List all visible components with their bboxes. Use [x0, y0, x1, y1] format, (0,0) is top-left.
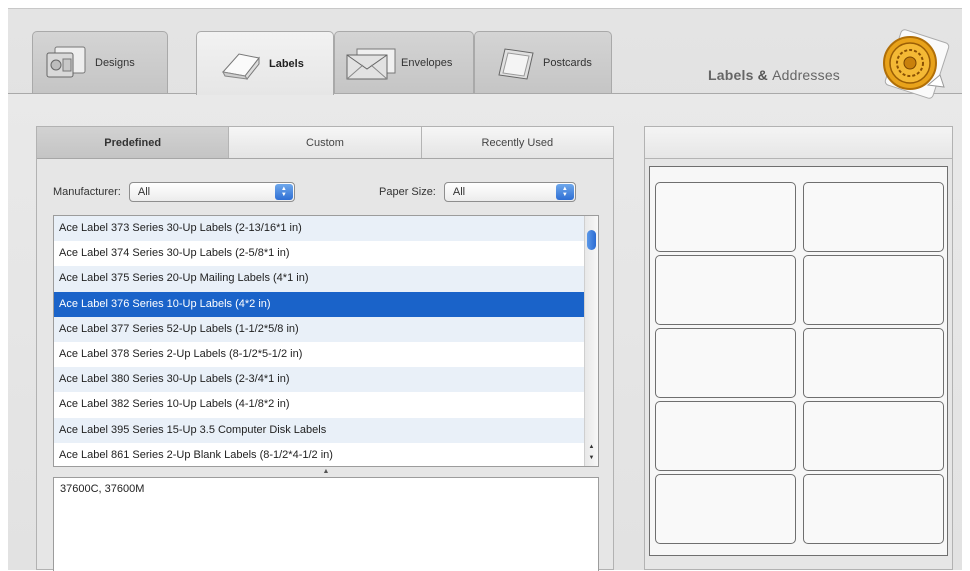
- label-cell: [803, 474, 944, 544]
- list-item[interactable]: Ace Label 380 Series 30-Up Labels (2-3/4…: [54, 367, 584, 393]
- segment-recently-used[interactable]: Recently Used: [421, 127, 613, 158]
- manufacturer-filter: Manufacturer: All ▲ ▼: [53, 181, 295, 203]
- list-item[interactable]: Ace Label 377 Series 52-Up Labels (1-1/2…: [54, 316, 584, 342]
- list-item[interactable]: Ace Label 374 Series 30-Up Labels (2-5/8…: [54, 241, 584, 266]
- label-template-list[interactable]: Ace Label 373 Series 30-Up Labels (2-13/…: [53, 215, 599, 467]
- paper-size-value: All: [452, 186, 466, 198]
- label-cell: [655, 255, 796, 325]
- manufacturer-value: All: [137, 186, 151, 198]
- seal-app-icon: [883, 29, 950, 99]
- app-title-part2: Addresses: [772, 67, 841, 83]
- list-scrollbar[interactable]: ▲ ▼: [584, 216, 598, 466]
- label-selection-panel: Predefined Custom Recently Used Manufact…: [36, 126, 614, 571]
- segment-custom[interactable]: Custom: [229, 127, 422, 158]
- label-cell: [655, 182, 796, 252]
- label-cell: [655, 474, 796, 544]
- app-title-amp: &: [757, 67, 768, 83]
- envelopes-icon: [346, 48, 396, 79]
- scroll-down-arrow-icon[interactable]: ▼: [585, 453, 598, 463]
- label-cell: [803, 182, 944, 252]
- label-cell: [803, 328, 944, 398]
- list-item[interactable]: Ace Label 375 Series 20-Up Mailing Label…: [54, 266, 584, 292]
- manufacturer-label: Manufacturer:: [53, 186, 121, 198]
- list-item[interactable]: Ace Label 373 Series 30-Up Labels (2-13/…: [54, 216, 584, 242]
- paper-size-label: Paper Size:: [379, 186, 436, 198]
- updown-arrows-icon: ▲ ▼: [274, 184, 293, 200]
- list-item[interactable]: Ace Label 378 Series 2-Up Labels (8-1/2*…: [54, 342, 584, 367]
- postcards-icon: [498, 47, 534, 80]
- designs-icon: [46, 46, 86, 77]
- scroll-thumb[interactable]: [587, 230, 596, 250]
- segment-predefined[interactable]: Predefined: [37, 127, 230, 158]
- tab-designs[interactable]: Designs: [32, 31, 168, 93]
- label-compatible-codes: 37600C, 37600M: [60, 483, 145, 495]
- app-title-part1: Labels: [708, 67, 754, 83]
- list-item[interactable]: Ace Label 395 Series 15-Up 3.5 Computer …: [54, 417, 584, 443]
- label-cell: [803, 255, 944, 325]
- tab-designs-label: Designs: [95, 56, 135, 69]
- tab-envelopes[interactable]: Envelopes: [334, 31, 474, 93]
- label-sheet-preview: [649, 166, 948, 556]
- tab-envelopes-label: Envelopes: [401, 56, 453, 69]
- list-item-selected[interactable]: Ace Label 376 Series 10-Up Labels (4*2 i…: [54, 291, 584, 317]
- split-handle-icon[interactable]: ▲: [53, 467, 599, 477]
- scroll-up-arrow-icon[interactable]: ▲: [585, 442, 598, 452]
- tab-postcards[interactable]: Postcards: [474, 31, 612, 93]
- labels-icon: [222, 52, 260, 80]
- tab-postcards-label: Postcards: [543, 56, 592, 69]
- label-preview-panel: [644, 126, 953, 570]
- updown-arrows-icon: ▲ ▼: [555, 184, 574, 200]
- label-cell: [655, 328, 796, 398]
- source-segmented-control: Predefined Custom Recently Used: [37, 127, 613, 159]
- label-cell: [655, 401, 796, 471]
- tab-labels[interactable]: Labels: [196, 31, 334, 95]
- paper-size-filter: Paper Size: All ▲ ▼: [379, 181, 576, 203]
- list-item[interactable]: Ace Label 861 Series 2-Up Blank Labels (…: [54, 443, 584, 466]
- app-title: Labels & Addresses: [708, 67, 840, 83]
- label-cell: [803, 401, 944, 471]
- manufacturer-select[interactable]: All ▲ ▼: [128, 182, 295, 202]
- label-details-text: 37600C, 37600M: [53, 477, 599, 571]
- app-window: Designs Labels Envelopes Postcards Label…: [8, 8, 962, 571]
- paper-size-select[interactable]: All ▲ ▼: [443, 182, 576, 202]
- preview-header: [645, 127, 952, 159]
- tab-labels-label: Labels: [269, 57, 304, 70]
- list-item[interactable]: Ace Label 382 Series 10-Up Labels (4-1/8…: [54, 392, 584, 417]
